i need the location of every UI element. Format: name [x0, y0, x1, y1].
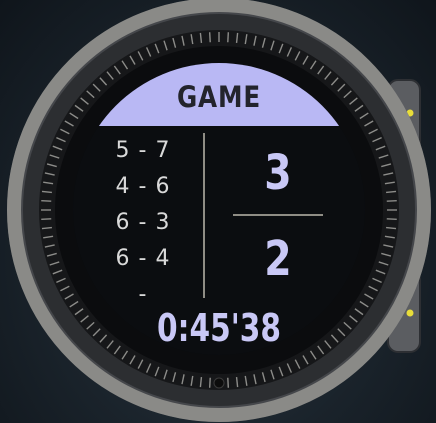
- set-score-row: 6 - 4: [115, 246, 171, 271]
- set-scores-list: 5 - 7 4 - 6 6 - 3 6 - 4 -: [105, 133, 181, 313]
- bezel-tick: [227, 377, 230, 388]
- bezel-tick: [208, 32, 211, 43]
- screen-title: GAME: [176, 80, 262, 114]
- set-score-row: 6 - 3: [115, 210, 171, 235]
- bezel-tick: [227, 32, 230, 43]
- bezel-tick: [41, 199, 52, 202]
- bezel-tick: [208, 377, 211, 388]
- elapsed-timer: 0:45'38: [156, 306, 282, 350]
- vertical-divider: [203, 133, 205, 298]
- watch-screen: GAME 5 - 7 4 - 6 6 - 3 6 - 4 - 3 2 0:45'…: [73, 63, 365, 355]
- bezel-tick: [386, 199, 397, 202]
- title-bar: GAME: [73, 63, 365, 126]
- set-score-row: 4 - 6: [115, 174, 171, 199]
- lower-button-indicator-icon: [406, 309, 414, 317]
- bezel-tick: [41, 218, 52, 221]
- score-divider: [233, 214, 323, 216]
- sensor-dot-icon: [213, 377, 225, 389]
- opponent-game-score: 2: [264, 231, 292, 287]
- bezel-tick: [386, 218, 397, 221]
- player-game-score: 3: [264, 145, 292, 201]
- set-score-row: 5 - 7: [115, 138, 171, 163]
